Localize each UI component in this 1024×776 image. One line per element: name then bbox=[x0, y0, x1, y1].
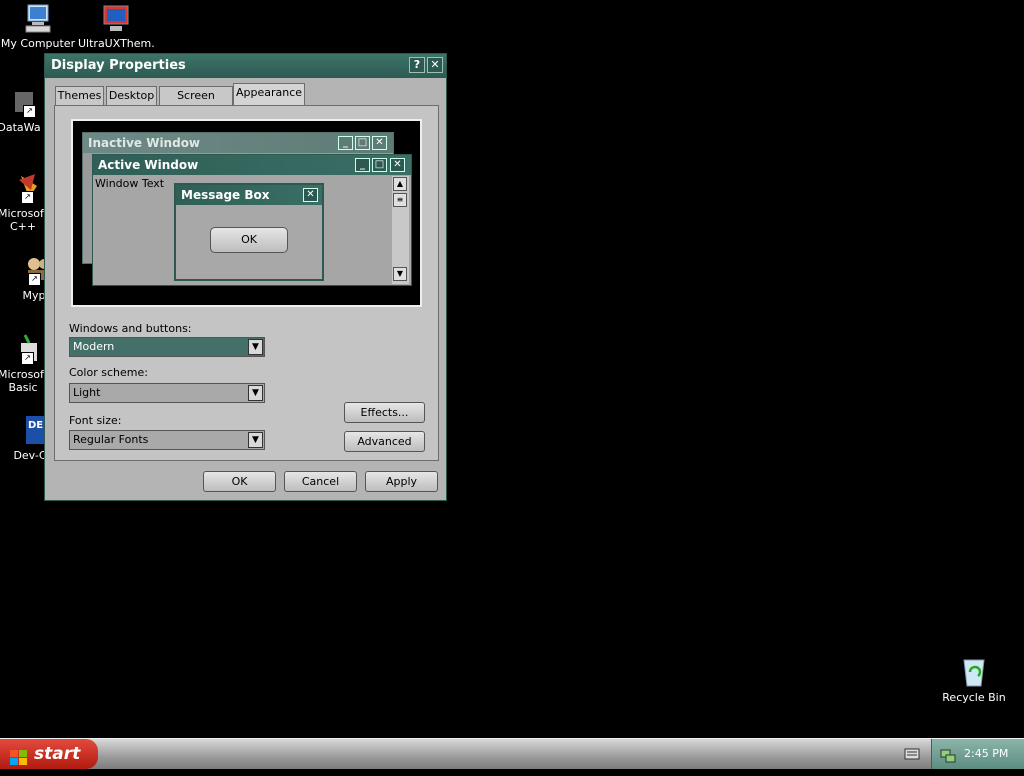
button-label: Cancel bbox=[301, 475, 340, 488]
scroll-thumb: ≡ bbox=[393, 193, 407, 207]
desktop-icon-ultrauxtheme[interactable]: UltraUXThem... bbox=[78, 2, 154, 50]
visual-basic-icon: ↗ bbox=[7, 333, 39, 365]
preview-message-box: Message Box ✕ OK bbox=[174, 183, 324, 281]
windows-buttons-select[interactable]: Modern ▼ bbox=[69, 337, 265, 357]
tab-themes[interactable]: Themes bbox=[55, 86, 104, 105]
shortcut-arrow-icon: ↗ bbox=[21, 352, 34, 365]
window-text-sample: Window Text bbox=[95, 177, 165, 190]
monitor-icon bbox=[100, 2, 132, 34]
appearance-panel: Inactive Window _ □ ✕ Active Window _ □ … bbox=[54, 105, 439, 461]
preview-scrollbar: ▲ ≡ ▼ bbox=[392, 176, 409, 284]
desktop-icon-recycle-bin[interactable]: Recycle Bin bbox=[936, 656, 1012, 704]
desktop-icon-my-computer[interactable]: My Computer bbox=[0, 2, 76, 50]
clock[interactable]: 2:45 PM bbox=[964, 739, 1008, 769]
apply-button[interactable]: Apply bbox=[365, 471, 438, 492]
taskbar: start 2:45 PM bbox=[0, 738, 1024, 769]
tab-label: Themes bbox=[57, 89, 102, 102]
inactive-window-title: Inactive Window bbox=[88, 136, 201, 150]
button-label: Apply bbox=[385, 475, 418, 488]
minimize-icon: _ bbox=[355, 158, 370, 172]
inactive-window-title-bar: Inactive Window _ □ ✕ bbox=[83, 133, 393, 153]
message-box-ok-button: OK bbox=[210, 227, 288, 253]
application-icon: ↗ bbox=[3, 86, 36, 118]
maximize-icon: □ bbox=[372, 158, 387, 172]
start-label: start bbox=[34, 744, 81, 764]
tab-label: Appearance bbox=[235, 86, 303, 99]
visual-cpp-icon: ↗ bbox=[7, 172, 39, 204]
color-scheme-value: Light bbox=[73, 386, 101, 399]
dialog-title-bar[interactable]: Display Properties ? ✕ bbox=[45, 54, 446, 78]
start-button[interactable]: start bbox=[0, 739, 98, 769]
svg-text:DE: DE bbox=[28, 420, 43, 431]
help-button[interactable]: ? bbox=[409, 57, 425, 73]
close-icon: ✕ bbox=[390, 158, 405, 172]
close-button[interactable]: ✕ bbox=[427, 57, 443, 73]
appearance-preview: Inactive Window _ □ ✕ Active Window _ □ … bbox=[71, 119, 422, 307]
button-label: Advanced bbox=[357, 435, 412, 448]
computer-icon bbox=[22, 2, 54, 34]
cancel-button[interactable]: Cancel bbox=[284, 471, 357, 492]
tab-screen-saver[interactable]: Screen Saver bbox=[159, 86, 233, 120]
system-tray: 2:45 PM bbox=[931, 739, 1024, 769]
minimize-icon: _ bbox=[338, 136, 353, 150]
shortcut-arrow-icon: ↗ bbox=[28, 273, 41, 286]
windows-buttons-value: Modern bbox=[73, 340, 115, 353]
font-size-value: Regular Fonts bbox=[73, 433, 149, 446]
button-label: Effects... bbox=[360, 406, 409, 419]
shortcut-arrow-icon: ↗ bbox=[23, 105, 36, 118]
recycle-bin-icon bbox=[958, 656, 990, 688]
maximize-icon: □ bbox=[355, 136, 370, 150]
color-scheme-select[interactable]: Light ▼ bbox=[69, 383, 265, 403]
desktop-icon-label: My Computer bbox=[0, 37, 76, 50]
effects-button[interactable]: Effects... bbox=[344, 402, 425, 423]
tab-label: Desktop bbox=[108, 89, 155, 102]
color-scheme-label: Color scheme: bbox=[69, 366, 148, 379]
ok-button[interactable]: OK bbox=[203, 471, 276, 492]
keyboard-icon[interactable] bbox=[904, 747, 920, 761]
message-box-title: Message Box bbox=[181, 188, 270, 202]
message-box-title-bar: Message Box ✕ bbox=[176, 185, 322, 205]
advanced-button[interactable]: Advanced bbox=[344, 431, 425, 452]
close-icon: ✕ bbox=[303, 188, 318, 202]
font-size-select[interactable]: Regular Fonts ▼ bbox=[69, 430, 265, 450]
button-label: OK bbox=[241, 233, 257, 246]
help-icon: ? bbox=[413, 58, 421, 71]
scroll-up-icon: ▲ bbox=[393, 177, 407, 191]
network-icon[interactable] bbox=[940, 746, 956, 776]
chevron-down-icon[interactable]: ▼ bbox=[248, 385, 263, 401]
scroll-down-icon: ▼ bbox=[393, 267, 407, 281]
display-properties-dialog: Display Properties ? ✕ Themes Desktop Sc… bbox=[44, 53, 447, 501]
font-size-label: Font size: bbox=[69, 414, 122, 427]
shortcut-arrow-icon: ↗ bbox=[21, 191, 34, 204]
active-window-title: Active Window bbox=[98, 158, 199, 172]
close-icon: ✕ bbox=[430, 58, 440, 71]
close-icon: ✕ bbox=[372, 136, 387, 150]
windows-buttons-label: Windows and buttons: bbox=[69, 322, 192, 335]
chevron-down-icon[interactable]: ▼ bbox=[248, 432, 263, 448]
button-label: OK bbox=[231, 475, 248, 488]
dialog-title: Display Properties bbox=[51, 58, 186, 73]
windows-logo-icon bbox=[10, 746, 28, 776]
tab-desktop[interactable]: Desktop bbox=[106, 86, 157, 105]
active-window-title-bar: Active Window _ □ ✕ bbox=[93, 155, 411, 175]
desktop-icon-label: UltraUXThem... bbox=[78, 37, 154, 50]
chevron-down-icon[interactable]: ▼ bbox=[248, 339, 263, 355]
dev-cpp-icon: DE bbox=[14, 414, 46, 446]
tab-appearance[interactable]: Appearance bbox=[233, 83, 305, 106]
desktop-icon-label: Recycle Bin bbox=[942, 691, 1006, 704]
